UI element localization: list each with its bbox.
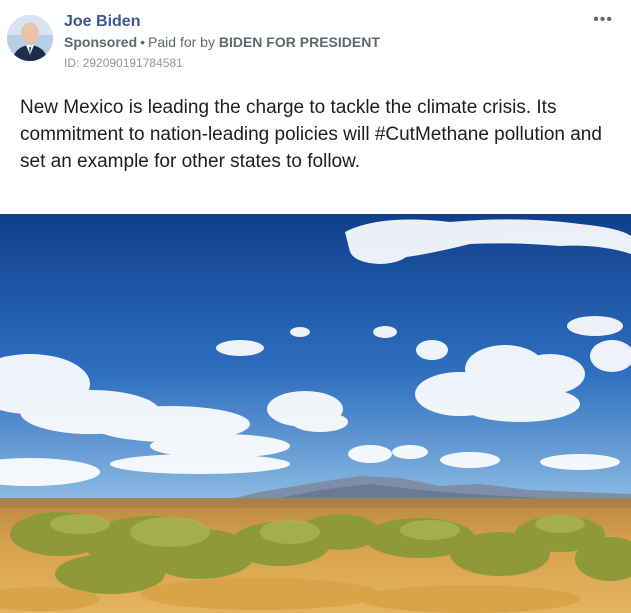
avatar-image [7,15,53,61]
post-image[interactable] [0,214,631,613]
ad-id: ID: 292090191784581 [64,56,183,70]
sponsored-meta: Sponsored • Paid for by BIDEN FOR PRESIDEN… [64,34,380,50]
paid-for-prefix: Paid for by [148,34,215,50]
payer-name[interactable]: BIDEN FOR PRESIDENT [219,34,380,50]
separator-dot: • [140,34,146,50]
sponsored-label[interactable]: Sponsored [64,34,137,50]
author-avatar[interactable] [7,15,53,61]
post-header: Joe Biden Sponsored • Paid for by BIDEN FO… [0,0,631,80]
sponsored-post: Joe Biden Sponsored • Paid for by BIDEN FO… [0,0,631,613]
post-text: New Mexico is leading the charge to tack… [20,97,602,172]
author-name-link[interactable]: Joe Biden [64,13,140,31]
more-options-icon[interactable]: ••• [593,12,613,28]
landscape-photo [0,214,631,613]
